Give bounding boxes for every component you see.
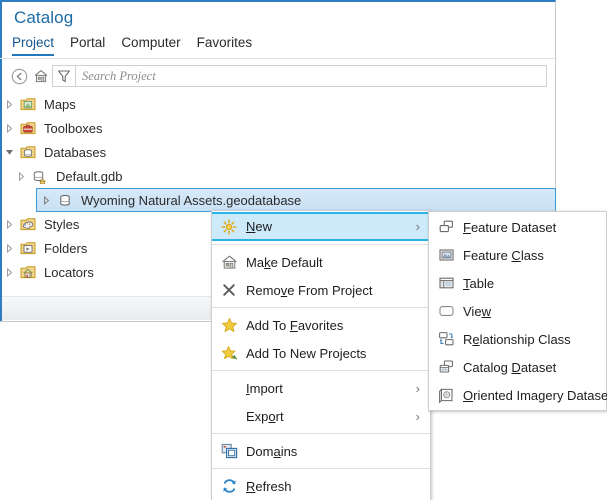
- tab-favorites[interactable]: Favorites: [197, 35, 253, 56]
- geodatabase-icon: [55, 193, 75, 208]
- expand-collapse-icon[interactable]: [0, 244, 18, 253]
- tree-item-label: Styles: [38, 217, 79, 232]
- tab-computer[interactable]: Computer: [121, 35, 180, 56]
- tree-item-default-gdb[interactable]: Default.gdb: [0, 164, 554, 188]
- menu-item-remove-from-project[interactable]: Remove From Project: [212, 276, 430, 304]
- menu-item-new[interactable]: New ›: [212, 212, 430, 241]
- view-icon: [429, 303, 463, 319]
- back-icon[interactable]: [8, 65, 30, 87]
- filter-funnel-icon[interactable]: [52, 65, 76, 87]
- remove-x-icon: [212, 283, 246, 297]
- home-default-icon: [212, 254, 246, 270]
- expand-collapse-icon[interactable]: [0, 124, 18, 133]
- refresh-icon: [212, 478, 246, 494]
- expand-collapse-icon[interactable]: [0, 268, 18, 277]
- tab-portal[interactable]: Portal: [70, 35, 105, 56]
- menu-item-add-to-new-projects[interactable]: Add To New Projects: [212, 339, 430, 367]
- menu-item-import[interactable]: Import ›: [212, 374, 430, 402]
- menu-item-label: Add To Favorites: [246, 318, 430, 333]
- locators-folder-icon: [18, 265, 38, 279]
- star-icon: [212, 317, 246, 333]
- tree-item-label: Folders: [38, 241, 87, 256]
- tree-item-label: Maps: [38, 97, 76, 112]
- submenu-item-catalog-dataset[interactable]: Catalog Dataset: [429, 353, 606, 381]
- relationship-class-icon: [429, 331, 463, 347]
- new-submenu: Feature Dataset Feature Class: [428, 211, 607, 411]
- submenu-item-label: Relationship Class: [463, 332, 606, 347]
- submenu-item-label: Oriented Imagery Dataset: [463, 388, 607, 403]
- expand-collapse-icon[interactable]: [0, 100, 18, 109]
- submenu-item-feature-class[interactable]: Feature Class: [429, 241, 606, 269]
- submenu-item-label: View: [463, 304, 606, 319]
- page-title: Catalog: [14, 8, 73, 28]
- screen: Catalog Project Portal Computer Favorite…: [0, 0, 607, 500]
- folders-folder-icon: [18, 241, 38, 255]
- geodatabase-default-icon: [30, 169, 50, 184]
- tree-item-label: Databases: [38, 145, 106, 160]
- styles-folder-icon: [18, 217, 38, 231]
- submenu-item-relationship-class[interactable]: Relationship Class: [429, 325, 606, 353]
- menu-item-make-default[interactable]: Make Default: [212, 248, 430, 276]
- menu-item-refresh[interactable]: Refresh: [212, 472, 430, 500]
- star-plus-icon: [212, 345, 246, 361]
- home-icon[interactable]: [30, 65, 52, 87]
- tree-item-toolboxes[interactable]: Toolboxes: [0, 116, 554, 140]
- menu-separator: [212, 244, 430, 245]
- tree-item-label: Locators: [38, 265, 94, 280]
- submenu-item-label: Table: [463, 276, 606, 291]
- menu-separator: [212, 370, 430, 371]
- tree-item-wyoming-row: Wyoming Natural Assets.geodatabase: [0, 188, 554, 212]
- menu-item-label: Make Default: [246, 255, 430, 270]
- tab-bar: Project Portal Computer Favorites: [12, 35, 268, 56]
- catalog-dataset-icon: [429, 359, 463, 375]
- search-toolbar: Search Project: [8, 64, 547, 88]
- context-menu: New › Make Default Remove From Proj: [211, 210, 431, 500]
- oriented-imagery-dataset-icon: [429, 387, 463, 403]
- menu-item-label: Remove From Project: [246, 283, 430, 298]
- tab-project[interactable]: Project: [12, 35, 54, 56]
- tree-item-label: Default.gdb: [50, 169, 123, 184]
- feature-dataset-icon: [429, 219, 463, 235]
- tree-item-maps[interactable]: Maps: [0, 92, 554, 116]
- tree-item-databases[interactable]: Databases: [0, 140, 554, 164]
- expand-collapse-icon[interactable]: [12, 172, 30, 181]
- submenu-item-feature-dataset[interactable]: Feature Dataset: [429, 213, 606, 241]
- submenu-item-oriented-imagery-dataset[interactable]: Oriented Imagery Dataset: [429, 381, 606, 409]
- search-input[interactable]: Search Project: [76, 65, 547, 87]
- databases-folder-icon: [18, 145, 38, 159]
- submenu-item-label: Feature Class: [463, 248, 606, 263]
- collapse-icon[interactable]: [0, 149, 18, 156]
- menu-separator: [212, 307, 430, 308]
- maps-folder-icon: [18, 97, 38, 111]
- tree-item-label: Wyoming Natural Assets.geodatabase: [75, 193, 301, 208]
- domains-icon: [212, 443, 246, 459]
- menu-item-label: Domains: [246, 444, 430, 459]
- expand-collapse-icon[interactable]: [37, 196, 55, 205]
- submenu-item-label: Feature Dataset: [463, 220, 606, 235]
- menu-item-add-to-favorites[interactable]: Add To Favorites: [212, 311, 430, 339]
- feature-class-icon: [429, 247, 463, 263]
- menu-item-label: Refresh: [246, 479, 430, 494]
- new-star-icon: [212, 219, 246, 235]
- submenu-item-label: Catalog Dataset: [463, 360, 606, 375]
- search-placeholder: Search Project: [82, 69, 156, 84]
- tab-bar-divider: [0, 58, 555, 59]
- table-icon: [429, 275, 463, 291]
- submenu-item-table[interactable]: Table: [429, 269, 606, 297]
- chevron-right-icon: ›: [416, 410, 430, 423]
- menu-separator: [212, 433, 430, 434]
- expand-collapse-icon[interactable]: [0, 220, 18, 229]
- menu-item-label: New: [246, 219, 416, 234]
- menu-item-label: Add To New Projects: [246, 346, 430, 361]
- tree-item-label: Toolboxes: [38, 121, 103, 136]
- menu-item-domains[interactable]: Domains: [212, 437, 430, 465]
- menu-item-label: Import: [246, 381, 416, 396]
- tree-item-wyoming-natural-assets[interactable]: Wyoming Natural Assets.geodatabase: [36, 188, 556, 212]
- toolboxes-folder-icon: [18, 121, 38, 135]
- menu-item-export[interactable]: Export ›: [212, 402, 430, 430]
- menu-separator: [212, 468, 430, 469]
- menu-item-label: Export: [246, 409, 416, 424]
- submenu-item-view[interactable]: View: [429, 297, 606, 325]
